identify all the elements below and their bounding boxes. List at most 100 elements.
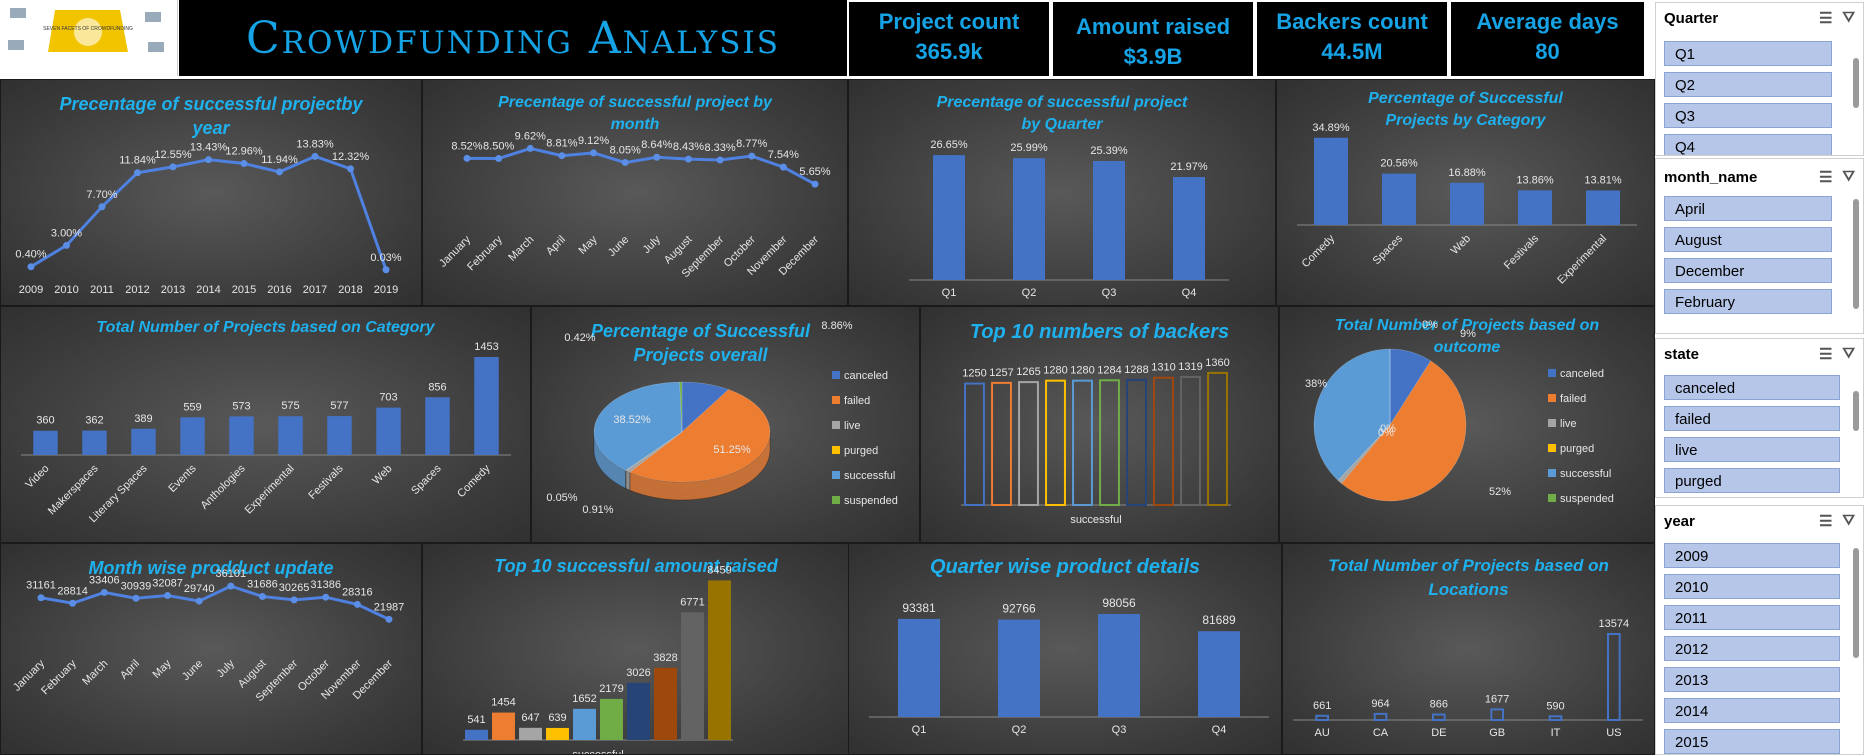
clear-filter-icon[interactable]: ⛛: [1842, 168, 1855, 186]
data-label: 0.91%: [582, 504, 613, 516]
slicer-item[interactable]: 2014: [1664, 698, 1840, 723]
data-label: 16.88%: [1448, 167, 1486, 179]
chart-top-backers: Top 10 numbers of backers 12501257126512…: [920, 306, 1279, 543]
bar: [1450, 183, 1484, 225]
slicer-item[interactable]: February: [1664, 289, 1832, 314]
axis-label: successful: [572, 749, 623, 754]
data-label: 964: [1371, 698, 1389, 710]
data-label: 12.96%: [225, 146, 263, 158]
multi-select-icon[interactable]: ☰: [1819, 168, 1832, 186]
data-label: 866: [1430, 699, 1448, 711]
data-label: 1652: [572, 693, 596, 705]
data-label: 3.00%: [51, 227, 82, 239]
scrollbar[interactable]: [1853, 58, 1859, 108]
chart-overall-pie: Percentage of Successful Projects overal…: [531, 306, 920, 543]
slicer-item[interactable]: canceled: [1664, 375, 1840, 400]
data-label: 573: [232, 400, 250, 412]
tick-label: Makerspaces: [46, 462, 101, 517]
data-point: [717, 157, 724, 164]
slicer-header: month_name ☰⛛: [1656, 159, 1863, 195]
data-point: [69, 600, 76, 607]
tick-label: May: [150, 657, 174, 681]
bar: [465, 730, 488, 740]
data-label: 1453: [474, 341, 498, 353]
tick-label: 2009: [19, 284, 43, 296]
multi-select-icon[interactable]: ☰: [1819, 512, 1832, 530]
kpi-label: Backers count: [1257, 9, 1447, 35]
data-point: [170, 163, 177, 170]
data-label: 1280: [1070, 365, 1094, 377]
multi-select-icon[interactable]: ☰: [1819, 9, 1832, 27]
slicer-item[interactable]: failed: [1664, 406, 1840, 431]
multi-select-icon[interactable]: ☰: [1819, 345, 1832, 363]
clear-filter-icon[interactable]: ⛛: [1842, 345, 1855, 363]
tick-label: AU: [1315, 727, 1330, 739]
data-label: 92766: [1002, 602, 1036, 616]
data-point: [196, 598, 203, 605]
series-line: [467, 148, 815, 184]
tick-label: 2014: [196, 284, 220, 296]
legend-label: failed: [1560, 393, 1586, 405]
slicer-item[interactable]: 2015: [1664, 729, 1840, 754]
data-label: 5.65%: [799, 166, 830, 178]
slicer-item[interactable]: Q4: [1664, 134, 1832, 156]
data-point: [495, 155, 502, 162]
tick-label: US: [1606, 727, 1621, 739]
tick-label: April: [118, 658, 142, 682]
tick-label: 2011: [90, 284, 114, 296]
data-label: 29740: [184, 583, 215, 595]
scrollbar[interactable]: [1853, 199, 1859, 309]
data-label: 8.86%: [821, 320, 852, 332]
legend-label: failed: [844, 395, 870, 407]
slicer-item[interactable]: Q3: [1664, 103, 1832, 128]
slicer-header: Quarter ☰⛛: [1656, 3, 1863, 33]
bar: [898, 619, 940, 717]
slicer-item[interactable]: 2013: [1664, 667, 1840, 692]
data-label: 13.43%: [190, 142, 228, 154]
clear-filter-icon[interactable]: ⛛: [1842, 512, 1855, 530]
legend-swatch: [1548, 444, 1556, 452]
bar: [1127, 380, 1146, 505]
data-point: [291, 596, 298, 603]
tick-label: 2017: [303, 284, 327, 296]
tick-label: May: [576, 233, 600, 257]
tick-label: 2019: [374, 284, 398, 296]
bar: [180, 417, 205, 455]
data-label: 8.50%: [483, 141, 514, 153]
clear-filter-icon[interactable]: ⛛: [1842, 9, 1855, 27]
slicer-item[interactable]: purged: [1664, 468, 1840, 493]
bar: [1046, 381, 1065, 505]
data-label: 1677: [1485, 693, 1509, 705]
chart-quarter-details-svg: 93381Q192766Q298056Q381689Q4: [849, 544, 1281, 754]
slicer-item[interactable]: December: [1664, 258, 1832, 283]
data-point: [527, 145, 534, 152]
data-point: [276, 168, 283, 175]
legend-swatch: [832, 396, 840, 404]
legend-label: successful: [844, 470, 895, 482]
bar: [1098, 614, 1140, 717]
data-label: 21.97%: [1170, 161, 1208, 173]
slicer-item[interactable]: 2011: [1664, 605, 1840, 630]
slicer-item[interactable]: 2012: [1664, 636, 1840, 661]
tick-label: Q1: [912, 724, 927, 736]
slicer-item[interactable]: 2009: [1664, 543, 1840, 568]
scrollbar[interactable]: [1853, 391, 1859, 431]
scrollbar[interactable]: [1853, 548, 1859, 658]
data-label: 13574: [1599, 618, 1630, 630]
legend-swatch: [1548, 469, 1556, 477]
slicer-item[interactable]: live: [1664, 437, 1840, 462]
tick-label: Q3: [1102, 287, 1117, 299]
slicer-item[interactable]: Q1: [1664, 41, 1832, 66]
slicer-item[interactable]: August: [1664, 227, 1832, 252]
data-label: 20.56%: [1380, 158, 1418, 170]
slicer-item[interactable]: Q2: [1664, 72, 1832, 97]
slicer-title: year: [1664, 513, 1695, 530]
chart-by-year-svg: 0.40%20093.00%20107.70%201111.84%201212.…: [1, 80, 421, 305]
chart-by-quarter-svg: 26.65%Q125.99%Q225.39%Q321.97%Q4: [849, 80, 1275, 305]
data-label: 575: [281, 400, 299, 412]
slicer-item[interactable]: 2010: [1664, 574, 1840, 599]
slicer-item[interactable]: April: [1664, 196, 1832, 221]
legend-label: purged: [1560, 443, 1594, 455]
bar: [708, 580, 731, 740]
legend-label: live: [1560, 418, 1577, 430]
